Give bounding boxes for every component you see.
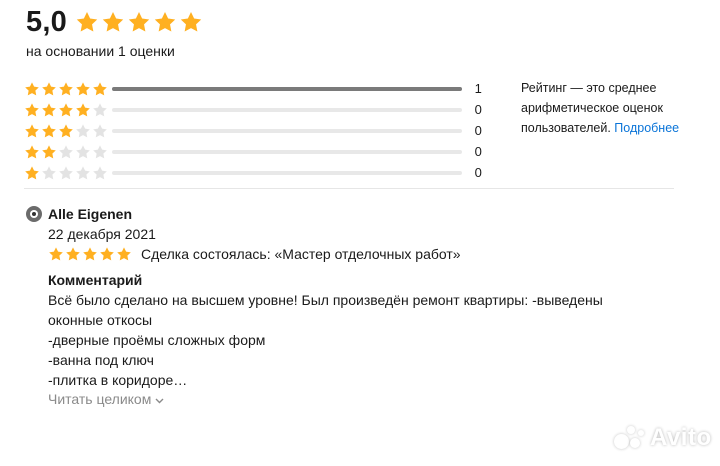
star-filled-icon [127,10,151,34]
star-filled-icon [101,10,125,34]
star-empty-icon [75,144,91,160]
histogram-row-5: 1 [24,78,504,99]
histogram-row-1: 0 [24,162,504,183]
histogram-bar [112,86,462,91]
star-filled-icon [58,81,74,97]
star-filled-icon [75,10,99,34]
star-filled-icon [65,246,81,262]
rating-stars [75,10,203,34]
star-filled-icon [75,102,91,118]
histogram-bar [112,149,462,154]
star-filled-icon [58,102,74,118]
star-filled-icon [41,144,57,160]
histogram-bar [112,128,462,133]
watermark-text: Avito [650,424,712,451]
star-filled-icon [41,81,57,97]
comment-block: Комментарий Всё было сделано на высшем у… [48,271,666,407]
avito-logo-icon [612,424,648,452]
star-empty-icon [92,102,108,118]
star-empty-icon [75,123,91,139]
histogram-count: 1 [474,81,482,96]
histogram-row-3: 0 [24,120,504,141]
rating-histogram: 1 0 0 0 0 [24,78,504,183]
star-filled-icon [99,246,115,262]
histogram-count: 0 [474,144,482,159]
rating-note: Рейтинг — это среднее арифметическое оце… [521,78,696,138]
review-date: 22 декабря 2021 [48,226,156,242]
chevron-down-icon [155,391,164,407]
comment-line: -ванна под ключ [48,352,154,368]
histogram-count: 0 [474,102,482,117]
star-filled-icon [48,246,64,262]
star-empty-icon [41,165,57,181]
rating-count-text: на основании 1 оценки [26,43,175,59]
star-filled-icon [41,102,57,118]
more-details-link[interactable]: Подробнее [614,121,679,135]
rating-summary: 5,0 [26,6,203,38]
divider [24,188,674,189]
histogram-count: 0 [474,123,482,138]
comment-line: Всё было сделано на высшем уровне! Был п… [48,292,603,308]
star-filled-icon [153,10,177,34]
star-filled-icon [24,81,40,97]
star-empty-icon [92,144,108,160]
comment-line: -плитка в коридоре… [48,372,188,388]
histogram-bar-fill [112,86,462,91]
rating-value: 5,0 [26,6,67,38]
star-empty-icon [58,144,74,160]
star-filled-icon [82,246,98,262]
read-more-label: Читать целиком [48,391,152,407]
star-filled-icon [24,123,40,139]
author-name[interactable]: Alle Eigenen [48,206,132,222]
deal-status: Сделка состоялась: «Мастер отделочных ра… [141,246,461,262]
review-card: Alle Eigenen 22 декабря 2021 Сделка сост… [26,206,666,407]
star-filled-icon [116,246,132,262]
histogram-stars [24,81,110,97]
star-empty-icon [58,165,74,181]
avatar[interactable] [26,206,42,222]
comment-text: Всё было сделано на высшем уровне! Был п… [48,290,666,390]
histogram-stars [24,165,110,181]
comment-title: Комментарий [48,272,143,288]
star-filled-icon [24,165,40,181]
star-empty-icon [92,123,108,139]
comment-line: -дверные проёмы сложных форм [48,332,266,348]
star-filled-icon [41,123,57,139]
histogram-bar [112,107,462,112]
review-stars [48,246,132,262]
star-filled-icon [75,81,91,97]
star-filled-icon [179,10,203,34]
star-empty-icon [75,165,91,181]
histogram-row-2: 0 [24,141,504,162]
read-more-link[interactable]: Читать целиком [48,391,666,407]
histogram-count: 0 [474,165,482,180]
star-filled-icon [92,81,108,97]
histogram-row-4: 0 [24,99,504,120]
star-empty-icon [92,165,108,181]
comment-line: оконные откосы [48,312,153,328]
histogram-stars [24,102,110,118]
star-filled-icon [24,102,40,118]
histogram-stars [24,123,110,139]
histogram-bar [112,170,462,175]
star-filled-icon [24,144,40,160]
star-filled-icon [58,123,74,139]
histogram-stars [24,144,110,160]
avito-watermark: Avito [612,424,712,452]
